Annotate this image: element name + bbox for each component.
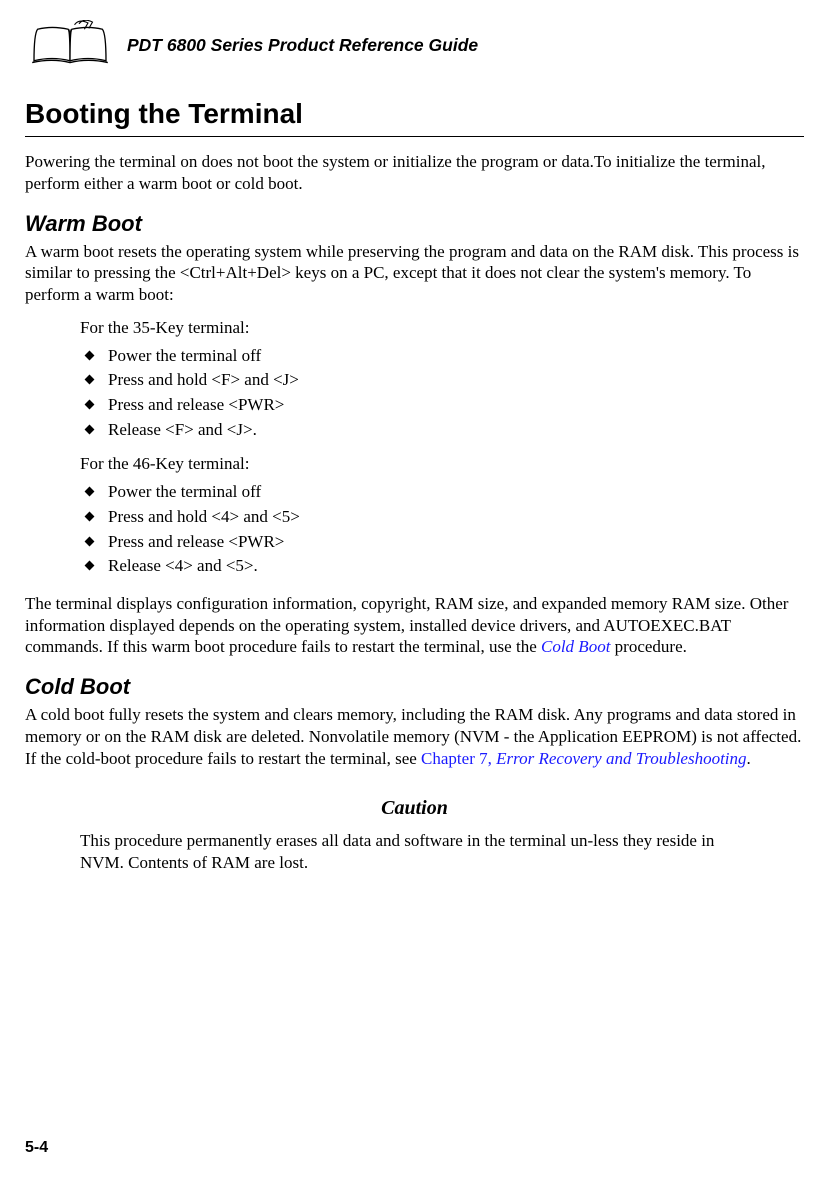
page-title: Booting the Terminal bbox=[25, 98, 804, 137]
list-item: Power the terminal off bbox=[80, 480, 804, 505]
intro-paragraph: Powering the terminal on does not boot t… bbox=[25, 151, 804, 195]
guide-title: PDT 6800 Series Product Reference Guide bbox=[127, 35, 478, 56]
list-item: Press and hold <F> and <J> bbox=[80, 368, 804, 393]
list-item: Press and hold <4> and <5> bbox=[80, 505, 804, 530]
link-title: Error Recovery and Troubleshooting bbox=[496, 749, 746, 768]
book-icon bbox=[25, 20, 115, 70]
caution-heading: Caution bbox=[25, 797, 804, 820]
proc-35-list: Power the terminal off Press and hold <F… bbox=[80, 344, 804, 443]
page-number: 5-4 bbox=[25, 1139, 48, 1157]
caution-body: This procedure permanently erases all da… bbox=[80, 830, 754, 874]
text-span: procedure. bbox=[610, 637, 686, 656]
cold-boot-link[interactable]: Cold Boot bbox=[541, 637, 610, 656]
text-span: . bbox=[747, 749, 751, 768]
proc-35-label: For the 35-Key terminal: bbox=[80, 318, 804, 338]
cold-boot-paragraph: A cold boot fully resets the system and … bbox=[25, 704, 804, 769]
warm-boot-heading: Warm Boot bbox=[25, 211, 804, 237]
cold-boot-heading: Cold Boot bbox=[25, 674, 804, 700]
list-item: Release <4> and <5>. bbox=[80, 554, 804, 579]
link-chapter: Chapter 7, bbox=[421, 749, 496, 768]
list-item: Power the terminal off bbox=[80, 344, 804, 369]
warm-boot-after-paragraph: The terminal displays configuration info… bbox=[25, 593, 804, 658]
proc-46-label: For the 46-Key terminal: bbox=[80, 454, 804, 474]
warm-boot-paragraph: A warm boot resets the operating system … bbox=[25, 241, 804, 306]
list-item: Press and release <PWR> bbox=[80, 530, 804, 555]
list-item: Press and release <PWR> bbox=[80, 393, 804, 418]
chapter-7-link[interactable]: Chapter 7, Error Recovery and Troublesho… bbox=[421, 749, 747, 768]
proc-46-list: Power the terminal off Press and hold <4… bbox=[80, 480, 804, 579]
page-header: PDT 6800 Series Product Reference Guide bbox=[25, 20, 804, 70]
list-item: Release <F> and <J>. bbox=[80, 418, 804, 443]
